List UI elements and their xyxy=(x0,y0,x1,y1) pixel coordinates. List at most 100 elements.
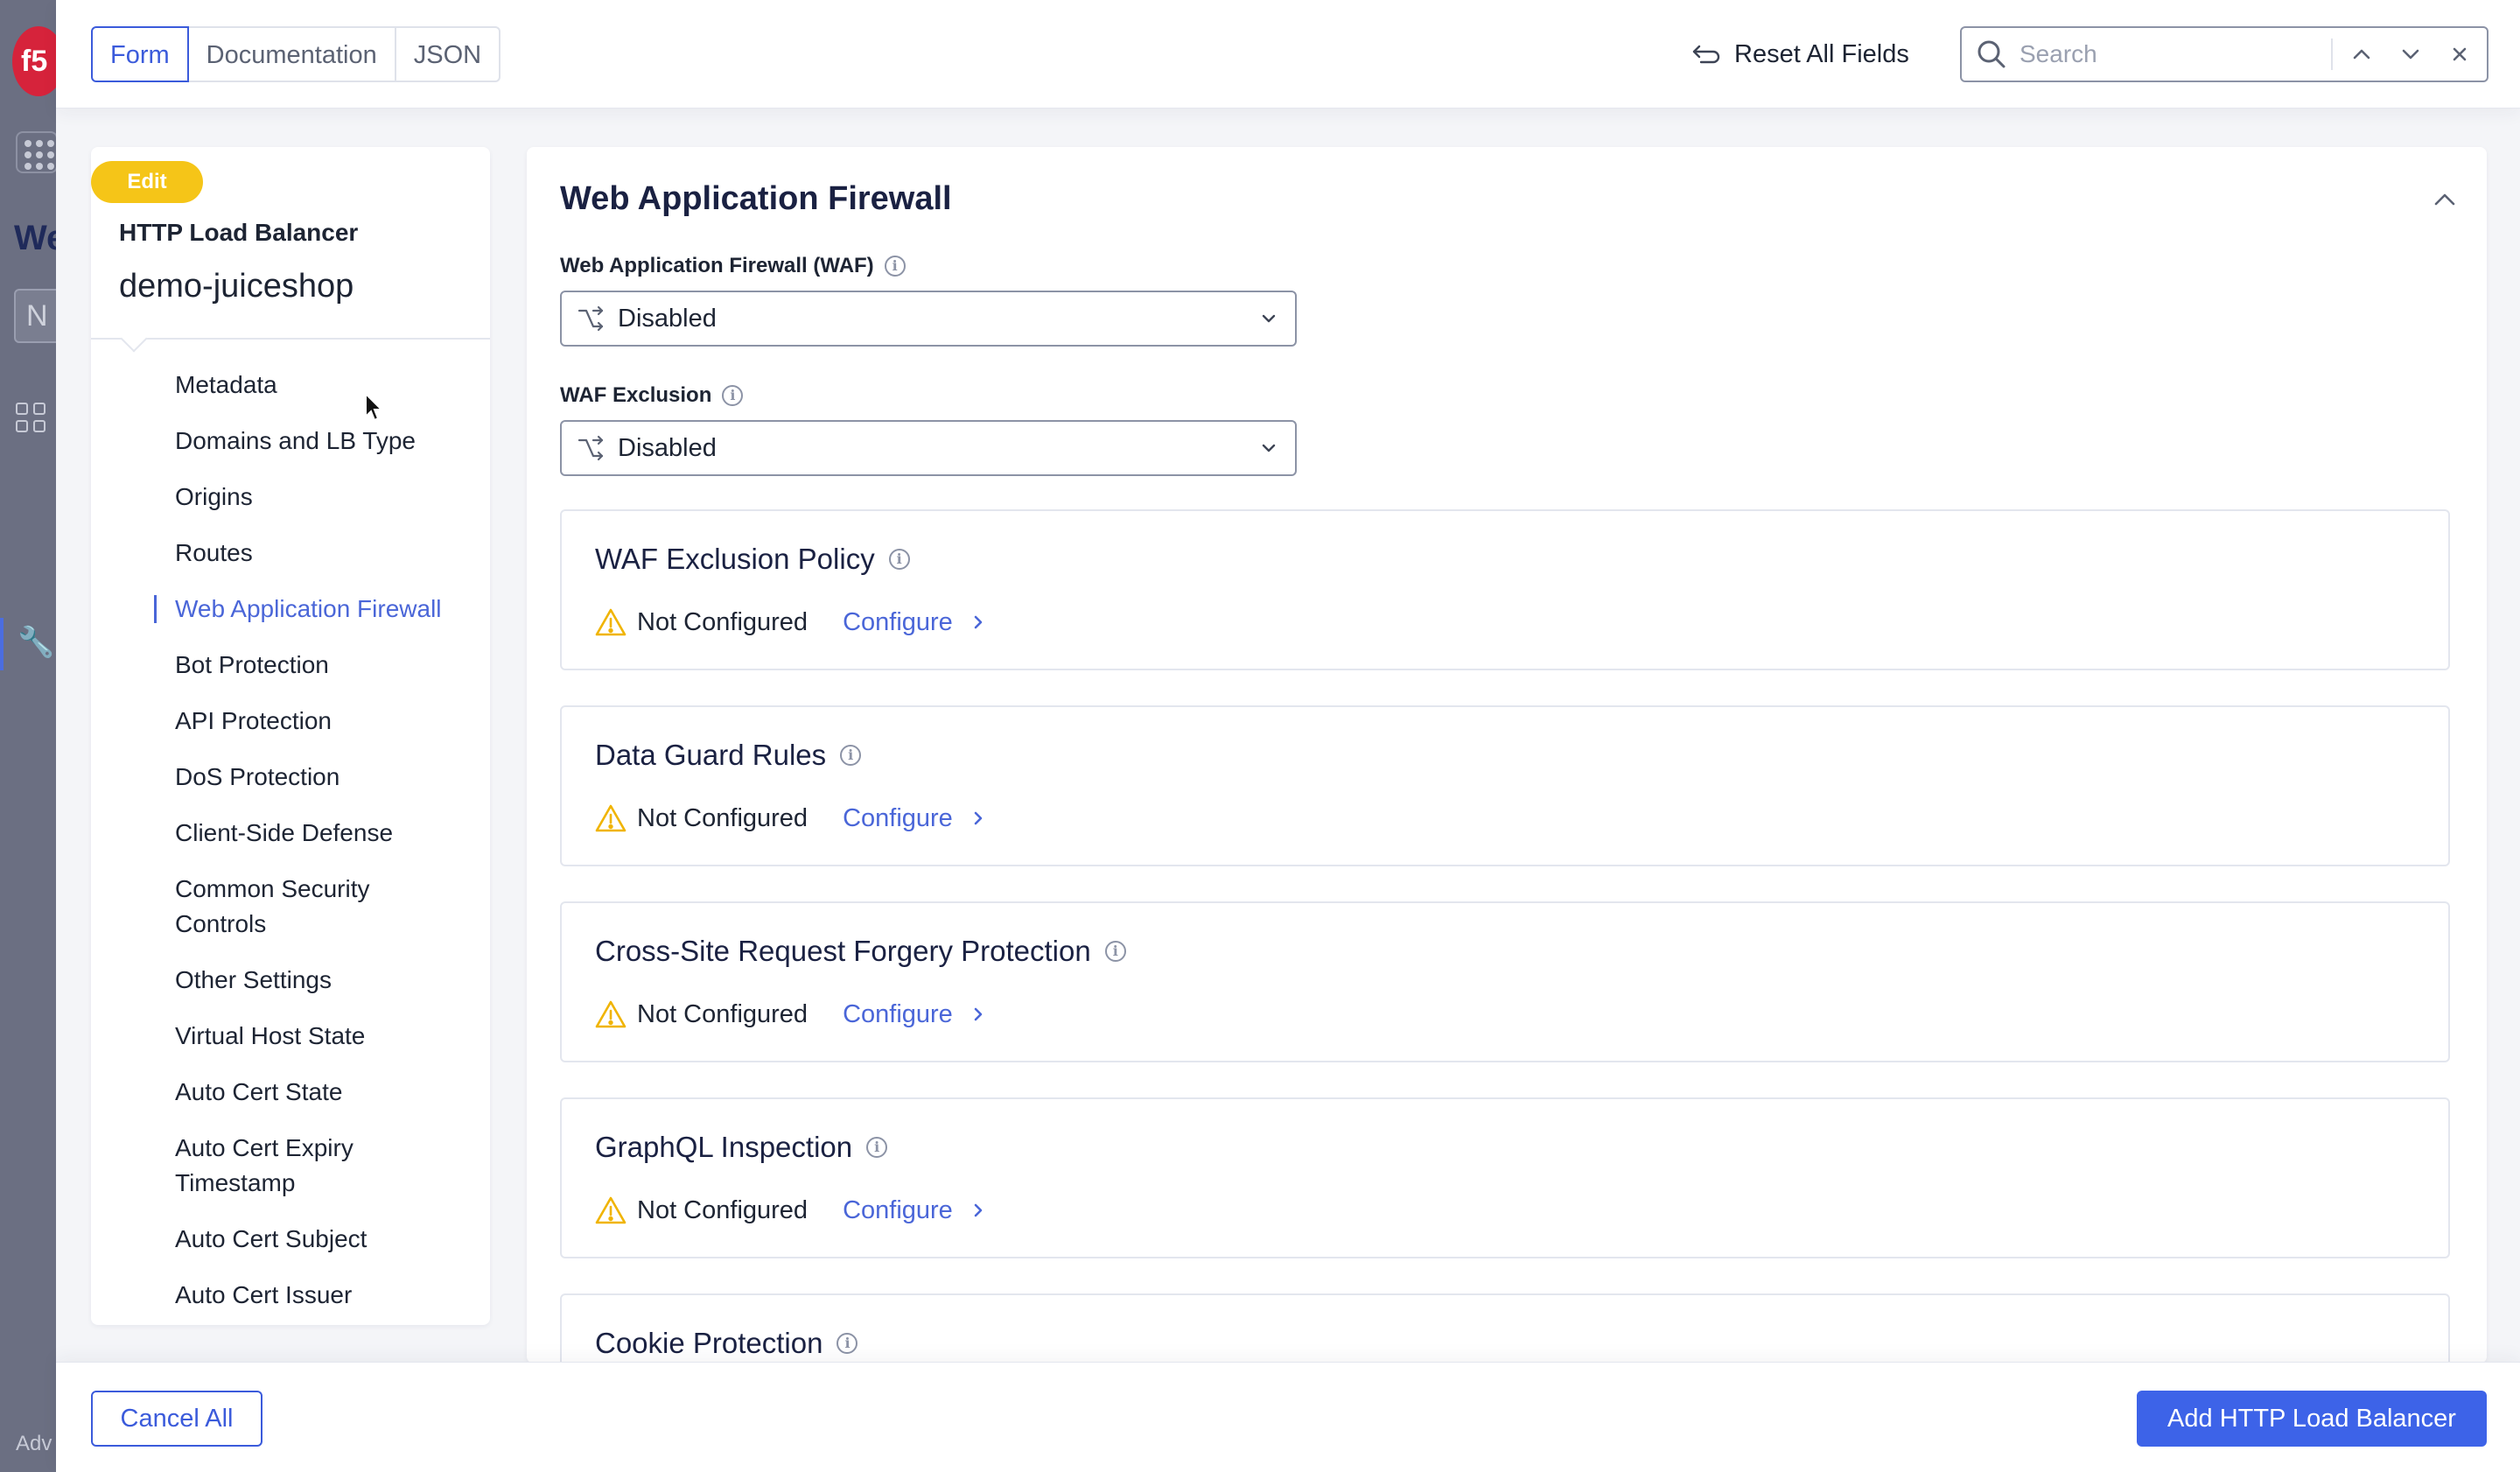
add-http-load-balancer-button[interactable]: Add HTTP Load Balancer xyxy=(2137,1391,2487,1447)
reset-all-fields-button[interactable]: Reset All Fields xyxy=(1690,30,1909,79)
search-input[interactable] xyxy=(2020,40,2326,68)
card-status-text: Not Configured xyxy=(637,803,808,832)
configure-link[interactable]: Configure xyxy=(843,1000,986,1029)
card-graphql-inspection: GraphQL Inspection i Not Configured Conf… xyxy=(560,1097,2450,1258)
chevron-down-icon xyxy=(1262,444,1276,452)
waf-exclusion-field-label: WAF Exclusion i xyxy=(560,383,744,408)
f5-logo: f5 xyxy=(12,26,56,96)
undo-icon xyxy=(1692,45,1720,64)
card-title-text: Cross-Site Request Forgery Protection xyxy=(595,935,1091,967)
configure-label: Configure xyxy=(843,607,953,636)
background-footer-text: Adv xyxy=(16,1432,52,1455)
info-icon[interactable]: i xyxy=(884,256,906,277)
card-waf-exclusion-policy: WAF Exclusion Policy i Not Configured Co… xyxy=(560,509,2450,670)
mouse-cursor-icon xyxy=(365,392,384,422)
dashboard-icon[interactable] xyxy=(16,403,46,432)
sidebar-item-auto-cert-state[interactable]: Auto Cert State xyxy=(91,1064,490,1120)
info-icon[interactable]: i xyxy=(888,549,910,570)
sidebar-item-client-side-defense[interactable]: Client-Side Defense xyxy=(91,805,490,861)
waf-select[interactable]: Disabled xyxy=(560,291,1297,347)
modal-footer: Cancel All Add HTTP Load Balancer xyxy=(56,1362,2520,1472)
sidebar-item-dos-protection[interactable]: DoS Protection xyxy=(91,749,490,805)
sidebar-item-routes[interactable]: Routes xyxy=(91,525,490,581)
chevron-down-icon xyxy=(2402,49,2419,60)
sidebar-caret xyxy=(120,325,148,353)
warning-icon xyxy=(595,1000,626,1028)
cancel-all-button[interactable]: Cancel All xyxy=(91,1391,262,1447)
sidebar-item-domains[interactable]: Domains and LB Type xyxy=(91,413,490,469)
info-icon[interactable]: i xyxy=(1104,941,1126,962)
edit-modal: Form Documentation JSON Reset All Fields xyxy=(56,0,2520,1472)
card-status: Not Configured Configure xyxy=(595,1195,986,1225)
background-input: N xyxy=(14,289,56,343)
card-status: Not Configured Configure xyxy=(595,999,986,1029)
card-title: GraphQL Inspection i xyxy=(595,1131,888,1164)
tab-json[interactable]: JSON xyxy=(394,26,501,82)
sidebar-item-origins[interactable]: Origins xyxy=(91,469,490,525)
sidebar-item-auto-cert-subject[interactable]: Auto Cert Subject xyxy=(91,1211,490,1267)
sidebar-item-bot-protection[interactable]: Bot Protection xyxy=(91,637,490,693)
chevron-right-icon xyxy=(974,1203,983,1217)
info-icon[interactable]: i xyxy=(722,385,744,406)
configure-label: Configure xyxy=(843,803,953,832)
search-next-button[interactable] xyxy=(2390,34,2431,74)
waf-select-value: Disabled xyxy=(618,304,717,333)
sidebar-item-common-security-controls[interactable]: Common Security Controls xyxy=(91,861,490,952)
search-clear-button[interactable] xyxy=(2440,34,2480,74)
info-icon[interactable]: i xyxy=(836,1333,858,1354)
sidebar-item-metadata[interactable]: Metadata xyxy=(91,357,490,413)
chevron-down-icon xyxy=(1262,314,1276,323)
card-title-text: Cookie Protection xyxy=(595,1327,823,1359)
choice-icon xyxy=(578,435,604,461)
section-title: Web Application Firewall xyxy=(560,180,952,217)
card-title: Cross-Site Request Forgery Protection i xyxy=(595,935,1126,968)
close-icon xyxy=(2453,47,2467,61)
chevron-right-icon xyxy=(974,1007,983,1021)
search-icon xyxy=(1978,40,2006,68)
chevron-right-icon xyxy=(974,811,983,825)
choice-icon xyxy=(578,305,604,332)
card-title-text: WAF Exclusion Policy xyxy=(595,543,875,575)
search-box xyxy=(1960,26,2488,82)
card-status-text: Not Configured xyxy=(637,999,808,1028)
configure-link[interactable]: Configure xyxy=(843,804,986,833)
card-status: Not Configured Configure xyxy=(595,803,986,833)
card-csrf-protection: Cross-Site Request Forgery Protection i … xyxy=(560,901,2450,1062)
sidebar-divider xyxy=(91,338,490,340)
app-launcher-icon[interactable] xyxy=(16,131,56,173)
object-type: HTTP Load Balancer xyxy=(119,219,359,246)
object-name: demo-juiceshop xyxy=(119,268,354,305)
warning-icon xyxy=(595,1196,626,1224)
info-icon[interactable]: i xyxy=(866,1137,888,1158)
sidebar-item-auto-cert-expiry[interactable]: Auto Cert Expiry Timestamp xyxy=(91,1120,490,1211)
sidebar-item-auto-cert-issuer[interactable]: Auto Cert Issuer xyxy=(91,1267,490,1323)
card-status-text: Not Configured xyxy=(637,607,808,636)
search-divider xyxy=(2331,39,2333,70)
sidebar-item-virtual-host-state[interactable]: Virtual Host State xyxy=(91,1008,490,1064)
configure-link[interactable]: Configure xyxy=(843,608,986,637)
waf-section-panel: Web Application Firewall Web Application… xyxy=(527,147,2487,1363)
card-data-guard-rules: Data Guard Rules i Not Configured Config… xyxy=(560,705,2450,866)
section-sidebar: Edit HTTP Load Balancer demo-juiceshop M… xyxy=(91,147,490,1325)
sidebar-item-waf[interactable]: Web Application Firewall xyxy=(91,581,490,637)
sidebar-item-other-settings[interactable]: Other Settings xyxy=(91,952,490,1008)
card-cookie-protection: Cookie Protection i xyxy=(560,1293,2450,1363)
tab-form[interactable]: Form xyxy=(91,26,189,82)
background-app-strip: f5 We N 🔧 Adv xyxy=(0,0,56,1472)
search-previous-button[interactable] xyxy=(2342,34,2382,74)
tab-documentation[interactable]: Documentation xyxy=(186,26,396,82)
warning-icon xyxy=(595,608,626,636)
card-title: Data Guard Rules i xyxy=(595,739,862,772)
chevron-up-icon xyxy=(2353,49,2370,60)
collapse-section-button[interactable] xyxy=(2427,182,2462,217)
info-icon[interactable]: i xyxy=(840,745,862,766)
sidebar-item-api-protection[interactable]: API Protection xyxy=(91,693,490,749)
wrench-icon[interactable]: 🔧 xyxy=(0,618,56,670)
sidebar-nav: Metadata Domains and LB Type Origins Rou… xyxy=(91,357,490,1323)
reset-all-fields-label: Reset All Fields xyxy=(1734,39,1909,68)
configure-link[interactable]: Configure xyxy=(843,1196,986,1225)
waf-field-label-text: Web Application Firewall (WAF) xyxy=(560,254,874,277)
waf-field-label: Web Application Firewall (WAF) i xyxy=(560,254,906,278)
waf-exclusion-select[interactable]: Disabled xyxy=(560,420,1297,476)
warning-icon xyxy=(595,804,626,832)
